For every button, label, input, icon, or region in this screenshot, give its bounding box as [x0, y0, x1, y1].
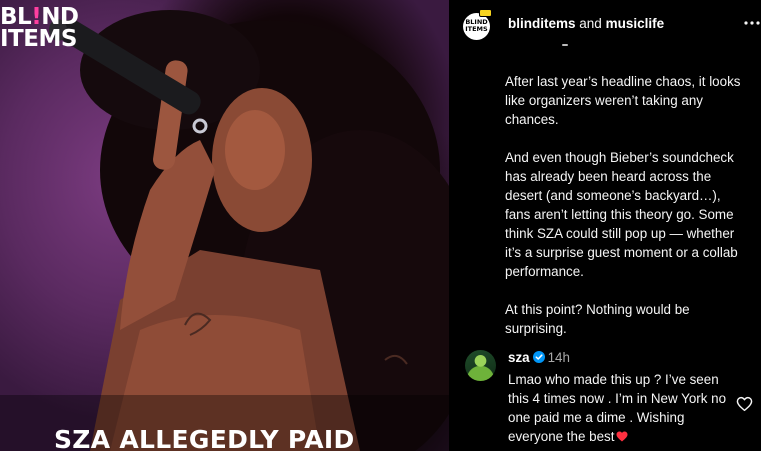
- clipped-text-fragment: [562, 44, 568, 46]
- author-link-musiclife[interactable]: musiclife: [606, 16, 665, 31]
- comment-header: sza 14h: [508, 350, 570, 365]
- post-authors: blinditems and musiclife: [508, 16, 664, 31]
- singer-photo: [0, 10, 449, 451]
- commenter-username[interactable]: sza: [508, 350, 530, 365]
- post-header: BLIND ITEMS blinditems and musiclife: [449, 0, 761, 48]
- heart-outline-icon[interactable]: [736, 396, 753, 412]
- avatar-badge-icon: [479, 9, 492, 17]
- author-link-blinditems[interactable]: blinditems: [508, 16, 576, 31]
- post-details-panel: BLIND ITEMS blinditems and musiclife Aft…: [449, 0, 761, 451]
- post-caption: After last year’s headline chaos, it loo…: [505, 72, 745, 357]
- post-image[interactable]: BL!ND ITEMS SZA ALLEGEDLY PAID: [0, 0, 449, 451]
- blind-items-logo: BL!ND ITEMS: [0, 4, 79, 52]
- commenter-avatar[interactable]: [465, 350, 496, 381]
- red-heart-icon: [616, 431, 628, 442]
- logo-line-1: BL!ND: [0, 4, 79, 30]
- caption-paragraph: After last year’s headline chaos, it loo…: [505, 74, 741, 127]
- caption-paragraph: And even though Bieber’s soundcheck has …: [505, 150, 738, 279]
- comment-text: Lmao who made this up ? I’ve seen this 4…: [508, 370, 733, 446]
- authors-joiner: and: [579, 16, 602, 31]
- comment-timestamp[interactable]: 14h: [548, 350, 570, 365]
- more-options-icon[interactable]: [743, 14, 761, 32]
- caption-paragraph: At this point? Nothing would be surprisi…: [505, 302, 690, 336]
- post-headline: SZA ALLEGEDLY PAID: [54, 425, 355, 451]
- logo-line-2: ITEMS: [0, 26, 77, 52]
- verified-badge-icon: [532, 351, 545, 363]
- blinditems-avatar[interactable]: BLIND ITEMS: [463, 13, 490, 40]
